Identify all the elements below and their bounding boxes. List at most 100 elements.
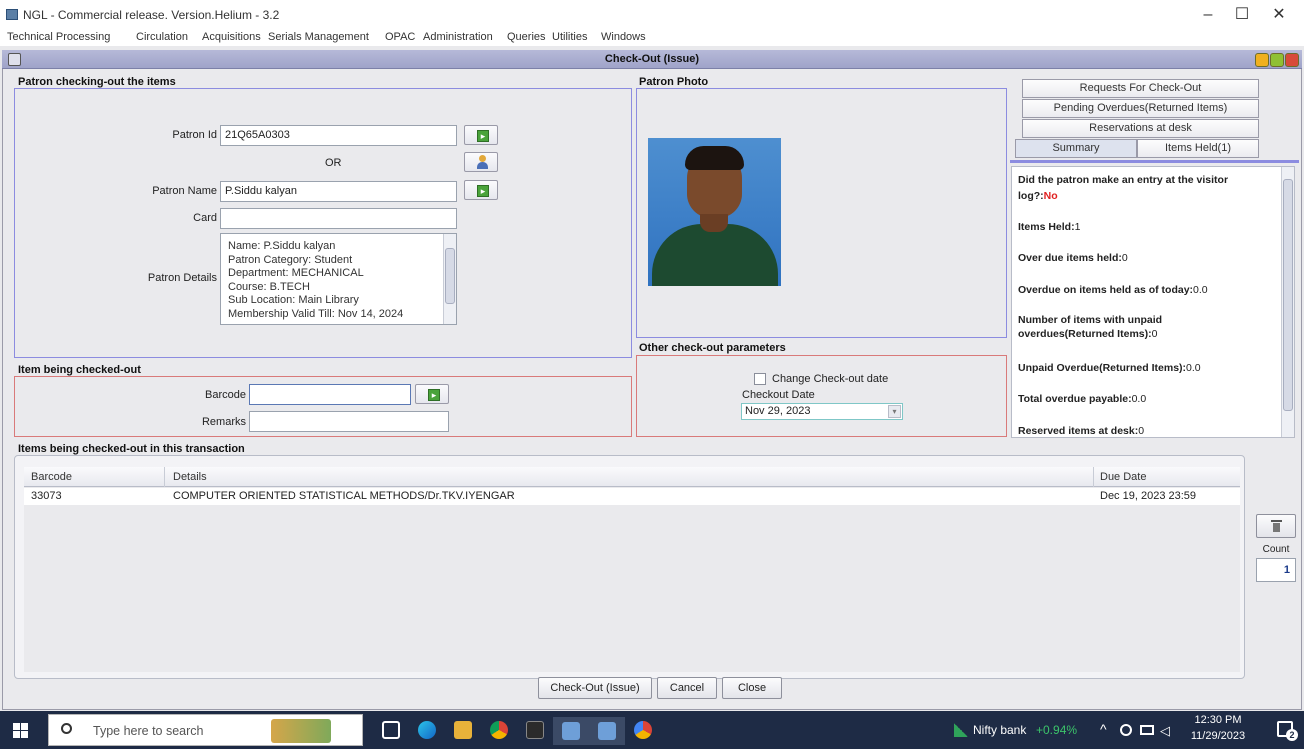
frame-close-icon[interactable] <box>1285 53 1299 67</box>
frame-minimize-icon[interactable] <box>1255 53 1269 67</box>
frame-titlebar: Check-Out (Issue) <box>2 50 1302 69</box>
clock-date[interactable]: 11/29/2023 <box>1188 730 1248 742</box>
menu-circulation[interactable]: Circulation <box>136 31 188 43</box>
menu-serials-management[interactable]: Serials Management <box>268 31 369 43</box>
terminal-icon[interactable] <box>526 721 544 739</box>
patron-name-go-button[interactable]: ▸ <box>464 180 498 200</box>
col-details[interactable]: Details <box>173 471 207 483</box>
nifty-change: +0.94% <box>1036 723 1078 737</box>
close-button[interactable]: Close <box>722 677 782 699</box>
col-due-date[interactable]: Due Date <box>1100 471 1146 483</box>
tab-summary[interactable]: Summary <box>1015 139 1137 158</box>
task-view-icon[interactable] <box>382 721 400 739</box>
table-row[interactable]: 33073 COMPUTER ORIENTED STATISTICAL METH… <box>24 488 1240 505</box>
file-explorer-icon[interactable] <box>454 721 472 739</box>
menubar: Technical Processing Circulation Acquisi… <box>0 30 1304 46</box>
java-app-icon <box>562 722 580 740</box>
summary-scrollbar[interactable] <box>1281 167 1294 437</box>
menu-utilities[interactable]: Utilities <box>552 31 587 43</box>
change-date-checkbox[interactable] <box>754 373 766 385</box>
summary-overdue-held: Over due items held:0 <box>1018 252 1128 264</box>
menu-acquisitions[interactable]: Acquisitions <box>202 31 261 43</box>
summary-unpaid-count: Number of items with unpaid overdues(Ret… <box>1018 314 1163 340</box>
taskbar-active-app[interactable] <box>553 717 589 745</box>
patron-details-textarea[interactable]: Name: P.Siddu kalyan Patron Category: St… <box>220 233 457 325</box>
summary-total-payable: Total overdue payable:0.0 <box>1018 393 1147 405</box>
summary-overdue-today: Overdue on items held as of today:0.0 <box>1018 284 1208 296</box>
users-icon <box>477 155 488 169</box>
chrome-icon[interactable] <box>490 721 508 739</box>
java-app-icon <box>598 722 616 740</box>
search-placeholder: Type here to search <box>93 724 204 738</box>
checkout-issue-button[interactable]: Check-Out (Issue) <box>538 677 652 699</box>
chrome-profile-icon[interactable] <box>634 721 652 739</box>
patron-photo <box>648 138 781 286</box>
network-icon[interactable] <box>1140 725 1154 735</box>
app-icon <box>6 9 18 20</box>
or-label: OR <box>325 157 342 169</box>
menu-technical-processing[interactable]: Technical Processing <box>7 31 110 43</box>
delete-button[interactable] <box>1256 514 1296 538</box>
close-window-button[interactable]: ✕ <box>1264 4 1294 26</box>
checkout-date-picker[interactable]: Nov 29, 2023 ▾ <box>741 403 903 420</box>
nifty-label[interactable]: Nifty bank <box>973 723 1026 737</box>
menu-queries[interactable]: Queries <box>507 31 546 43</box>
cancel-button[interactable]: Cancel <box>657 677 717 699</box>
taskbar-search-box[interactable]: Type here to search <box>48 714 363 746</box>
tab-reservations[interactable]: Reservations at desk <box>1022 119 1259 138</box>
clock-time[interactable]: 12:30 PM <box>1188 714 1248 726</box>
transaction-heading: Items being checked-out in this transact… <box>18 443 245 455</box>
menu-windows[interactable]: Windows <box>601 31 646 43</box>
patron-details-line: Department: MECHANICAL <box>228 267 364 279</box>
maximize-button[interactable]: ☐ <box>1227 4 1257 26</box>
tab-pending-overdues[interactable]: Pending Overdues(Returned Items) <box>1022 99 1259 118</box>
card-input[interactable] <box>220 208 457 229</box>
frame-title: Check-Out (Issue) <box>604 53 700 65</box>
patron-details-line: Course: B.TECH <box>228 280 310 293</box>
params-section-heading: Other check-out parameters <box>639 342 786 354</box>
count-value: 1 <box>1256 558 1296 582</box>
patron-id-input[interactable]: 21Q65A0303 <box>220 125 457 146</box>
menu-administration[interactable]: Administration <box>423 31 493 43</box>
summary-panel: Did the patron make an entry at the visi… <box>1011 166 1295 438</box>
calendar-dropdown-icon[interactable]: ▾ <box>888 405 901 418</box>
notification-count: 2 <box>1286 729 1298 741</box>
taskbar-active-app[interactable] <box>589 717 625 745</box>
search-icon <box>61 723 72 734</box>
patron-search-button[interactable] <box>464 152 498 172</box>
item-section-heading: Item being checked-out <box>18 364 141 376</box>
arrow-right-icon: ▸ <box>477 130 489 142</box>
patron-details-line: Name: P.Siddu kalyan <box>228 240 336 252</box>
tray-chevron-icon[interactable]: ^ <box>1100 721 1107 737</box>
remarks-input[interactable] <box>249 411 449 432</box>
tab-requests-for-checkout[interactable]: Requests For Check-Out <box>1022 79 1259 98</box>
count-label: Count <box>1262 544 1290 555</box>
tray-app-icon[interactable] <box>1120 724 1132 736</box>
search-highlight-image <box>271 719 331 743</box>
edge-icon[interactable] <box>418 721 436 739</box>
minimize-button[interactable]: – <box>1193 4 1223 26</box>
tabs-divider <box>1010 160 1299 163</box>
menu-opac[interactable]: OPAC <box>385 31 415 43</box>
barcode-go-button[interactable]: ▸ <box>415 384 449 404</box>
col-barcode[interactable]: Barcode <box>31 471 72 483</box>
taskbar: Type here to search Nifty bank +0.94% ^ … <box>0 711 1304 749</box>
notification-icon[interactable]: 2 <box>1277 721 1298 741</box>
table-header: Barcode Details Due Date <box>24 467 1240 487</box>
frame-maximize-icon[interactable] <box>1270 53 1284 67</box>
summary-visitor: Did the patron make an entry at the visi… <box>1018 174 1229 202</box>
windows-start-icon[interactable] <box>13 723 28 738</box>
patron-details-line: Patron Category: Student <box>228 253 353 266</box>
change-date-label: Change Check-out date <box>772 373 889 385</box>
details-scrollbar[interactable] <box>443 234 456 324</box>
tab-items-held[interactable]: Items Held(1) <box>1137 139 1259 158</box>
patron-section-heading: Patron checking-out the items <box>18 76 176 88</box>
patron-id-label: Patron Id <box>172 129 217 141</box>
barcode-input[interactable] <box>249 384 411 405</box>
summary-items-held: Items Held:1 <box>1018 221 1081 233</box>
patron-id-go-button[interactable]: ▸ <box>464 125 498 145</box>
patron-name-input[interactable]: P.Siddu kalyan <box>220 181 457 202</box>
checkout-date-value: Nov 29, 2023 <box>745 405 811 417</box>
volume-icon[interactable]: ◁ <box>1160 723 1170 739</box>
photo-section-heading: Patron Photo <box>639 76 709 88</box>
